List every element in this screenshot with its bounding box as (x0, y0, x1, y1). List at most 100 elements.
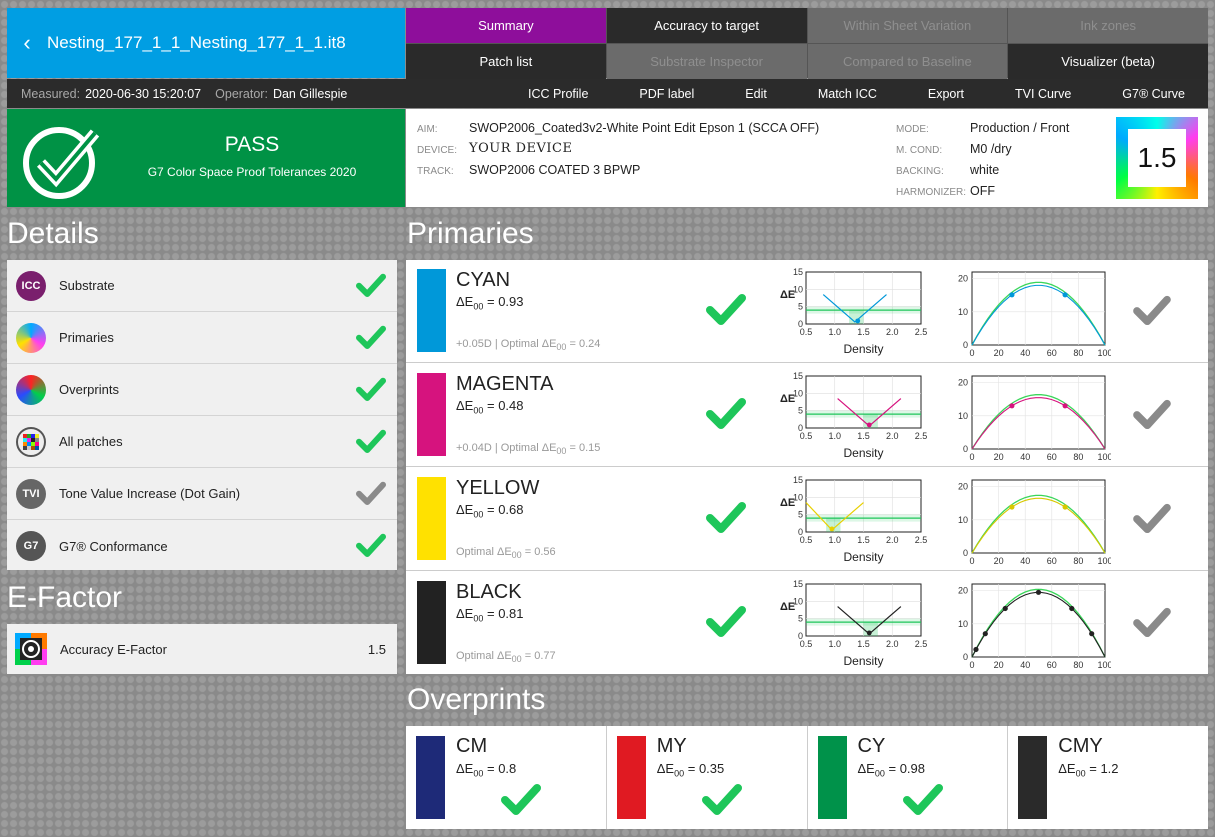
view-tabs: Summary Accuracy to target Within Sheet Va… (406, 8, 1208, 79)
x-tick-label: 100 (1097, 452, 1111, 462)
x-tick-label: 80 (1073, 452, 1083, 462)
primary-optimal: Optimal ΔE00 = 0.56 (456, 546, 556, 561)
menu-icc-profile[interactable]: ICC Profile (528, 87, 588, 101)
primary-row-yellow: YELLOW ΔE00 = 0.68 Optimal ΔE00 = 0.56 0.5 1… (406, 468, 1208, 571)
details-item-label: Tone Value Increase (Dot Gain) (59, 486, 241, 501)
icc-icon: ICC (16, 270, 46, 301)
color-swatch (417, 477, 446, 560)
details-item-tone-value-increase-dot-gain[interactable]: TVI Tone Value Increase (Dot Gain) (7, 468, 397, 520)
x-tick-label: 40 (1020, 452, 1030, 462)
y-axis-label: ΔE (780, 393, 795, 405)
tab-summary[interactable]: Summary (406, 8, 606, 43)
x-tick-label: 1.5 (857, 431, 870, 441)
optimal-value: 0.24 (578, 338, 601, 350)
pass-check-icon (902, 784, 943, 815)
menu-export[interactable]: Export (928, 87, 964, 101)
menu-match-icc[interactable]: Match ICC (818, 87, 877, 101)
y-tick-label: 5 (798, 614, 803, 624)
color-swatch (417, 373, 446, 456)
measured-point (1062, 292, 1068, 298)
details-item-all-patches[interactable]: All patches (7, 416, 397, 468)
measurement-meta-bar: Measured: 2020-06-30 15:20:07 Operator: … (7, 79, 1208, 108)
patches-icon (16, 426, 46, 457)
device-label: DEVICE: (417, 145, 458, 156)
delta-e-label: ΔE (541, 442, 557, 454)
menu-g7-curve[interactable]: G7® Curve (1122, 87, 1185, 101)
delta-e-density-chart: 0.5 1.0 1.5 2.0 2.5051015ΔEDensity (780, 579, 927, 668)
color-swatch (817, 736, 847, 819)
primary-row-black: BLACK ΔE00 = 0.81 Optimal ΔE00 = 0.77 0.5 1.… (406, 572, 1208, 675)
overprint-name: CY (857, 735, 886, 757)
overprint-delta-e: ΔE00 = 0.98 (857, 761, 926, 779)
color-swatch (616, 736, 646, 819)
delta-e-density-chart: 0.5 1.0 1.5 2.0 2.5051015ΔEDensity (780, 267, 927, 356)
details-item-primaries[interactable]: Primaries (7, 312, 397, 364)
backing-label: BACKING: (896, 166, 944, 177)
primary-name: YELLOW (456, 477, 540, 499)
menu-edit[interactable]: Edit (745, 87, 767, 101)
measured-point (1009, 292, 1015, 298)
delta-e-subscript: 00 (473, 405, 484, 416)
x-tick-label: 1.5 (857, 327, 870, 337)
primary-delta-e: ΔE00 = 0.93 (456, 294, 524, 312)
measured-point (1089, 631, 1095, 637)
measured-point (1062, 504, 1068, 510)
details-item-overprints[interactable]: Overprints (7, 364, 397, 416)
overprint-delta-e: ΔE00 = 0.8 (456, 761, 517, 779)
delta-e-label: ΔE (1058, 761, 1076, 776)
delta-e-label: ΔE (456, 761, 474, 776)
neutral-check-icon (1133, 607, 1171, 638)
color-swatch (417, 269, 446, 352)
tolerance-name: G7 Color Space Proof Tolerances 2020 (147, 165, 357, 179)
y-tick-label: 15 (793, 371, 803, 381)
tab-patch-list[interactable]: Patch list (406, 44, 606, 79)
tab-visualizer-beta[interactable]: Visualizer (beta) (1008, 44, 1208, 79)
y-axis-label: ΔE (780, 497, 795, 509)
x-tick-label: 60 (1047, 348, 1057, 358)
harmonizer-value: OFF (970, 184, 995, 198)
density-offset: +0.04D (456, 442, 492, 454)
primary-name: CYAN (456, 269, 511, 291)
efactor-row[interactable]: Accuracy E-Factor 1.5 (7, 624, 397, 674)
delta-e-subscript: 00 (556, 342, 567, 353)
overprint-my: MY ΔE00 = 0.35 (607, 726, 808, 829)
mode-value: Production / Front (970, 121, 1070, 135)
primaries-heading: Primaries (407, 217, 534, 250)
tab-compared-to-baseline: Compared to Baseline (807, 44, 1008, 79)
y-axis-label: ΔE (780, 289, 795, 301)
device-value: YOUR DEVICE (469, 141, 573, 156)
neutral-check-icon (1133, 399, 1171, 430)
target-icon (15, 633, 47, 665)
measured-label: Measured: (21, 86, 81, 101)
y-tick-label: 0 (963, 652, 968, 662)
y-tick-label: 0 (798, 423, 803, 433)
color-swatch (1018, 736, 1048, 819)
menu-pdf-label[interactable]: PDF label (639, 87, 694, 101)
measured-point (973, 646, 979, 653)
delta-e-label: ΔE (496, 650, 512, 662)
overprint-name: CM (456, 735, 488, 757)
x-tick-label: 0 (969, 348, 974, 358)
back-chevron-icon[interactable]: ‹ (7, 30, 47, 56)
x-tick-label: 2.0 (886, 535, 899, 545)
x-tick-label: 1.0 (828, 639, 841, 649)
x-tick-label: 2.5 (915, 535, 928, 545)
details-item-label: Substrate (59, 278, 115, 293)
delta-e-icon (16, 322, 46, 353)
x-axis-label: Density (843, 654, 883, 668)
menu-tvi-curve[interactable]: TVI Curve (1015, 87, 1071, 101)
tab-accuracy-to-target[interactable]: Accuracy to target (606, 8, 807, 43)
check-icon (356, 533, 386, 557)
tone-curve-chart: 0 20 40 60 80 100 0 10 20 (958, 375, 1111, 462)
delta-e-subscript: 00 (473, 768, 484, 779)
y-tick-label: 0 (963, 340, 968, 350)
check-icon (356, 325, 386, 349)
delta-e-value: 0.35 (698, 761, 725, 776)
primary-optimal: +0.05D | Optimal ΔE00 = 0.24 (456, 338, 601, 353)
x-tick-label: 100 (1097, 660, 1111, 670)
details-item-substrate[interactable]: ICC Substrate (7, 260, 397, 312)
color-swatch (416, 736, 445, 819)
details-item-g7-conformance[interactable]: G7 G7® Conformance (7, 520, 397, 572)
y-tick-label: 20 (958, 482, 968, 492)
overprint-cy: CY ΔE00 = 0.98 (808, 726, 1009, 829)
